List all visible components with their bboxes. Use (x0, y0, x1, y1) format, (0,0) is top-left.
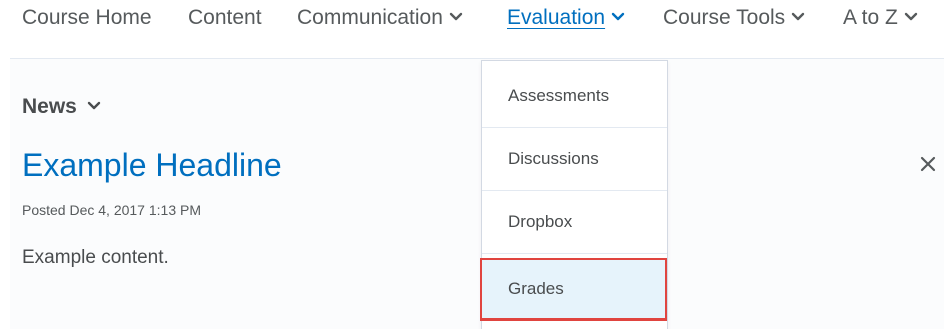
menu-item-assessments[interactable]: Assessments (482, 65, 667, 128)
nav-item-label: Content (188, 6, 262, 29)
nav-item-a-to-z[interactable]: A to Z (843, 6, 918, 30)
menu-item-dropbox[interactable]: Dropbox (482, 191, 667, 254)
news-headline-link[interactable]: Example Headline (22, 147, 282, 184)
content-area (10, 59, 944, 329)
chevron-down-icon[interactable] (87, 101, 101, 111)
nav-item-content[interactable]: Content (188, 6, 262, 30)
menu-item-grades[interactable]: Grades (480, 258, 667, 321)
menu-item-label: Grades (508, 279, 564, 298)
nav-item-label: Course Tools (663, 6, 786, 29)
chevron-down-icon (791, 12, 805, 21)
news-content: Example content. (22, 247, 169, 268)
widget-title-label: News (22, 95, 77, 118)
course-navbar: Course Home Content Communication Evalua… (0, 0, 944, 40)
nav-item-label: Evaluation (507, 6, 606, 29)
nav-item-label: A to Z (843, 6, 898, 29)
nav-item-label: Communication (297, 6, 443, 29)
chevron-down-icon (904, 12, 918, 21)
close-icon[interactable] (918, 154, 938, 174)
posted-date: Posted Dec 4, 2017 1:13 PM (22, 202, 201, 218)
chevron-down-icon (449, 12, 463, 21)
nav-item-label: Course Home (22, 6, 152, 29)
page: Course Home Content Communication Evalua… (0, 0, 944, 329)
news-widget-title[interactable]: News (22, 95, 101, 119)
menu-item-discussions[interactable]: Discussions (482, 128, 667, 191)
nav-divider (10, 58, 944, 59)
menu-item-label: Assessments (508, 86, 610, 105)
nav-item-communication[interactable]: Communication (297, 6, 463, 30)
nav-item-course-tools[interactable]: Course Tools (663, 6, 805, 30)
chevron-down-icon (611, 12, 625, 21)
nav-item-course-home[interactable]: Course Home (22, 6, 152, 30)
menu-item-label: Dropbox (508, 212, 573, 231)
nav-item-evaluation[interactable]: Evaluation (507, 6, 625, 30)
evaluation-dropdown-menu: Assessments Discussions Dropbox Grades (480, 60, 668, 329)
menu-item-label: Discussions (508, 149, 599, 168)
